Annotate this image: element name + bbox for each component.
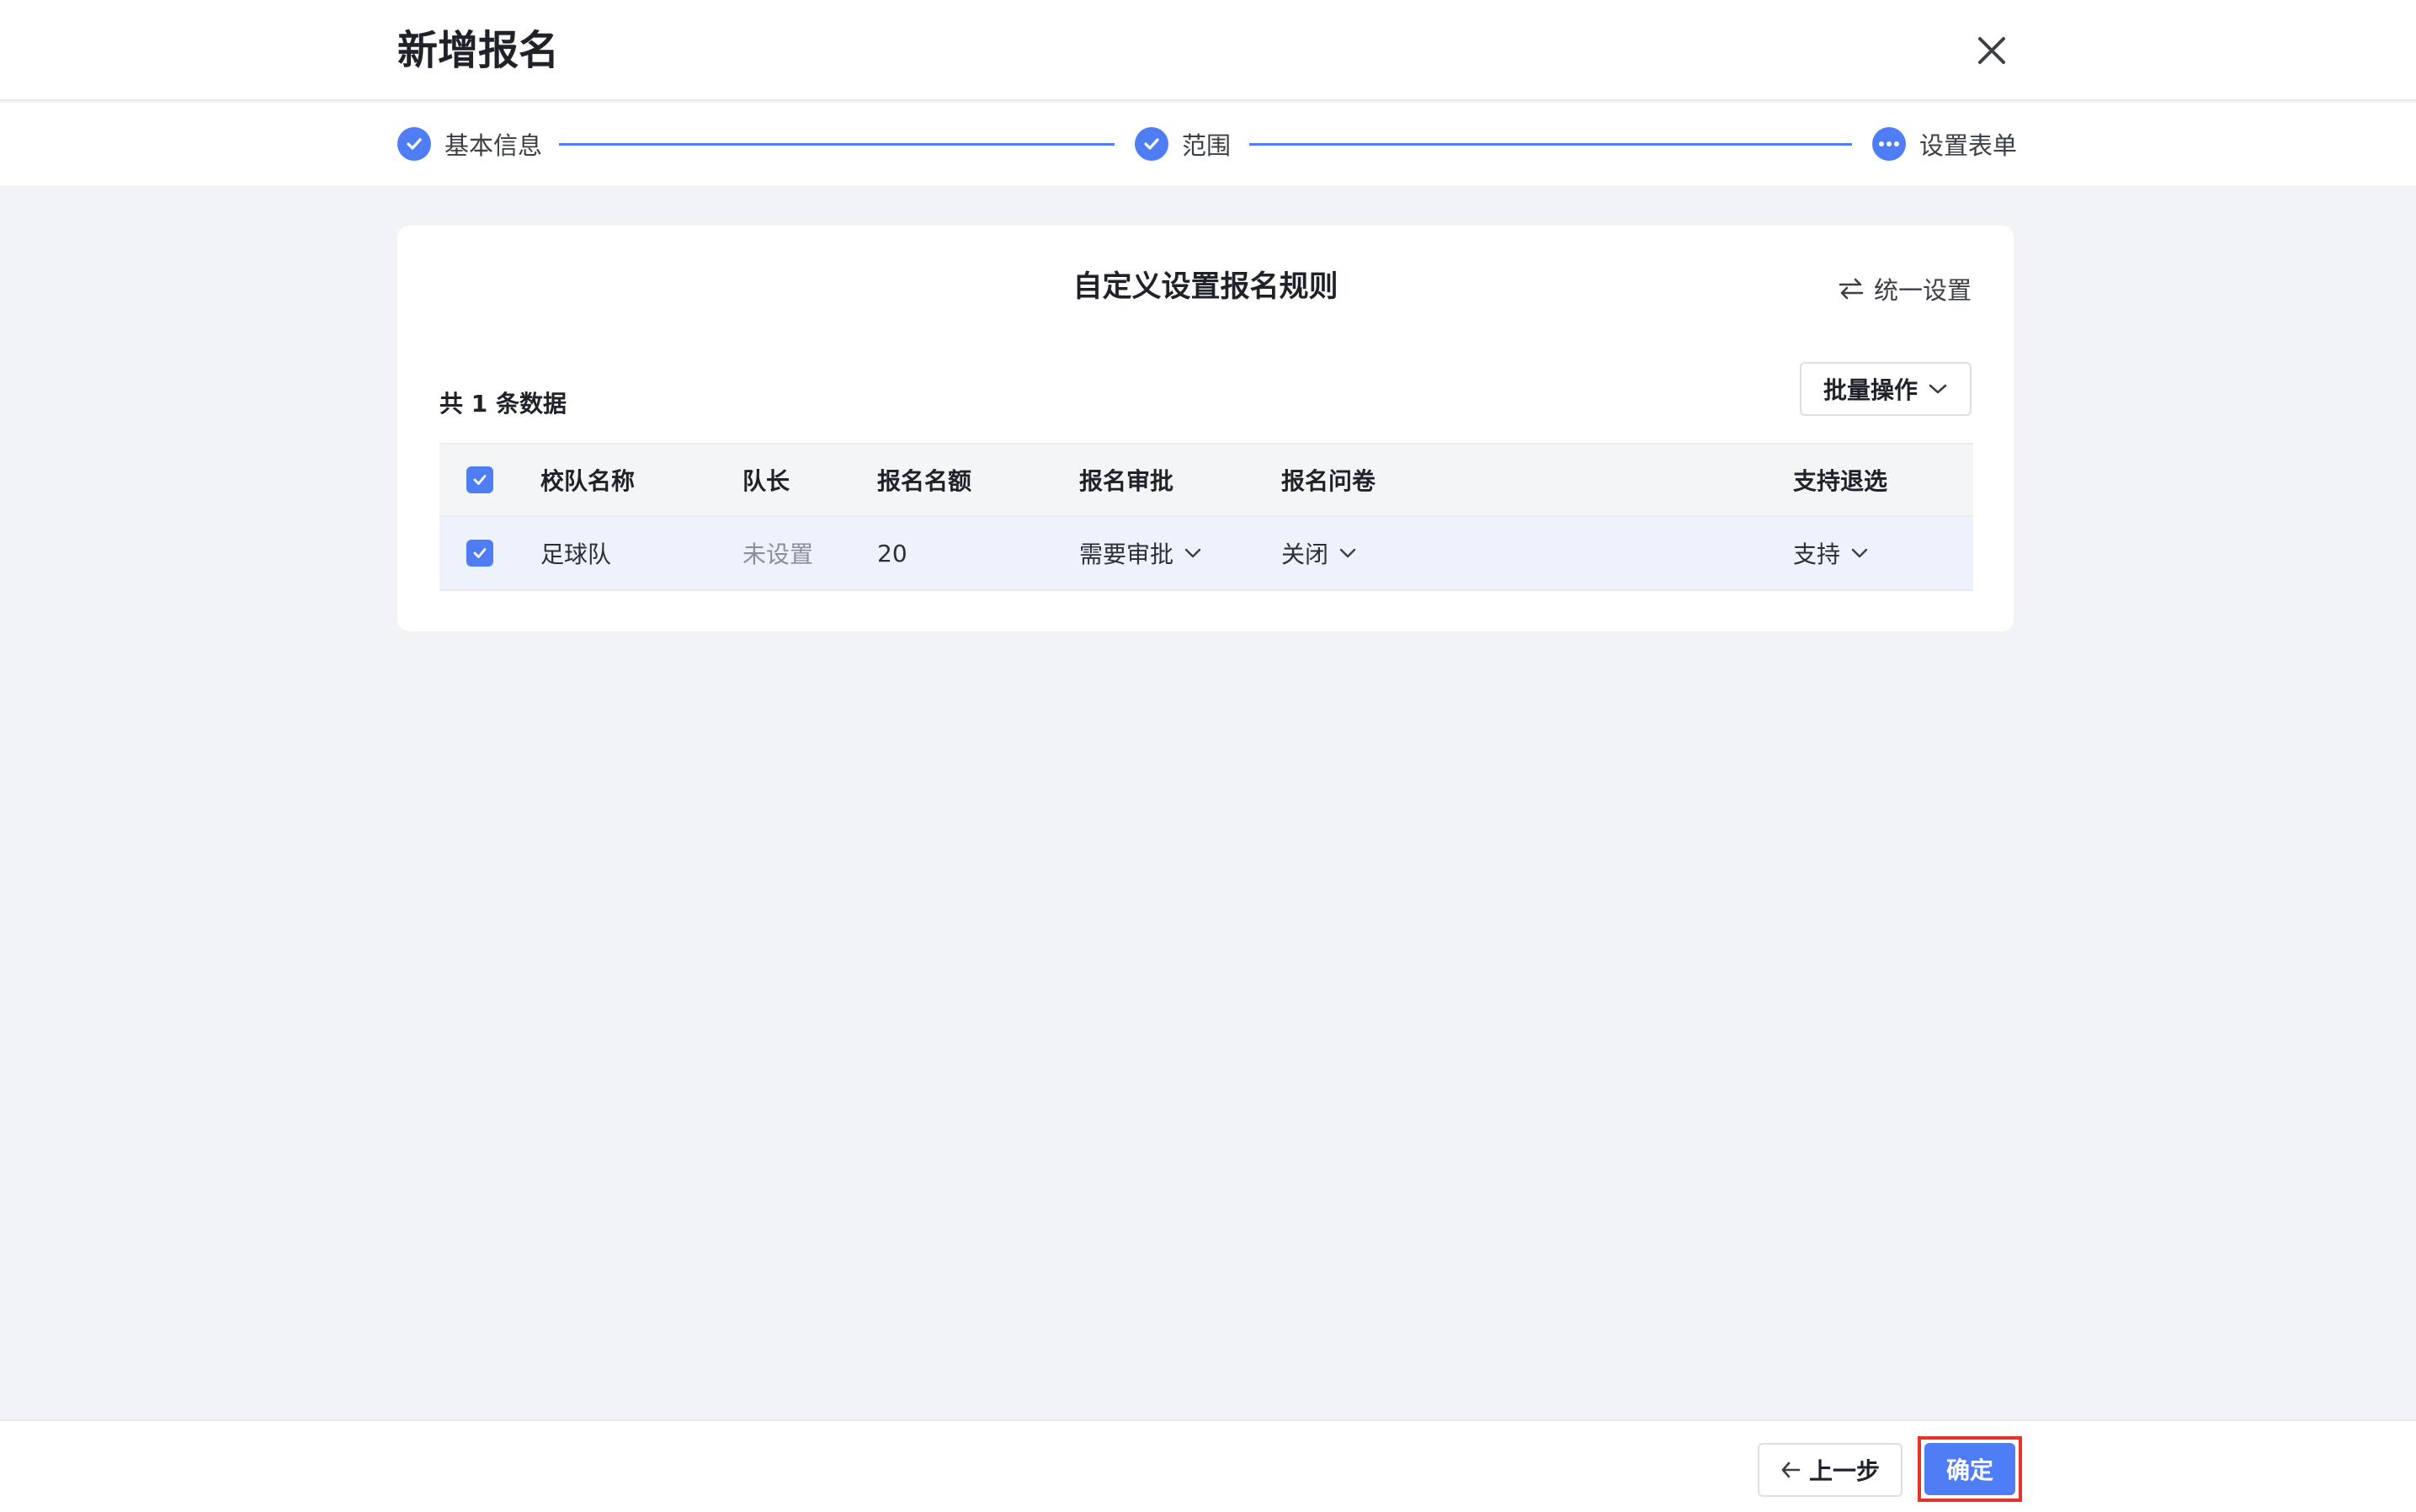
step-form-settings[interactable]: 设置表单 [1872, 125, 2017, 163]
chevron-down-icon [1184, 548, 1201, 558]
previous-step-label: 上一步 [1808, 1457, 1880, 1485]
modal-footer: 上一步 确定 [0, 1419, 2416, 1512]
approval-value: 需要审批 [1079, 540, 1174, 568]
chevron-down-icon [1851, 548, 1868, 558]
check-icon [473, 475, 487, 485]
more-dots-icon [1872, 127, 1906, 161]
page-title: 新增报名 [397, 27, 560, 74]
step-connector [559, 143, 1115, 146]
table-row[interactable]: 足球队 未设置 20 需要审批 关闭 支持 [439, 517, 1973, 591]
withdraw-value: 支持 [1793, 540, 1841, 568]
unify-label: 统一设置 [1873, 276, 1972, 305]
approval-select[interactable]: 需要审批 [1079, 517, 1202, 589]
column-header-captain: 队长 [742, 467, 790, 495]
check-icon [473, 548, 487, 558]
step-label: 设置表单 [1919, 131, 2018, 160]
record-count: 共 1 条数据 [439, 390, 567, 418]
questionnaire-select[interactable]: 关闭 [1281, 517, 1357, 589]
step-basic-info[interactable]: 基本信息 [397, 125, 542, 163]
step-label: 基本信息 [444, 131, 543, 160]
batch-actions-dropdown[interactable]: 批量操作 [1800, 362, 1972, 416]
column-header-quota: 报名名额 [877, 467, 972, 495]
table-header: 校队名称 队长 报名名额 报名审批 报名问卷 支持退选 [439, 443, 1973, 517]
steps-bar: 基本信息 范围 设置表单 [0, 103, 2416, 185]
withdraw-select[interactable]: 支持 [1793, 517, 1869, 589]
cell-quota: 20 [877, 539, 907, 567]
step-connector [1249, 143, 1852, 146]
previous-step-button[interactable]: 上一步 [1758, 1443, 1902, 1497]
chevron-down-icon [1929, 384, 1947, 394]
confirm-button[interactable]: 确定 [1924, 1443, 2015, 1495]
cell-team-name: 足球队 [540, 540, 612, 568]
check-circle-icon [1135, 127, 1168, 161]
step-label: 范围 [1182, 131, 1232, 160]
highlight-frame: 确定 [1918, 1436, 2022, 1502]
chevron-down-icon [1339, 548, 1356, 558]
column-header-approval: 报名审批 [1079, 467, 1174, 495]
swap-arrows-icon [1839, 278, 1864, 300]
column-header-team-name: 校队名称 [540, 467, 636, 495]
check-circle-icon [397, 127, 431, 161]
close-icon [1978, 37, 2005, 64]
questionnaire-value: 关闭 [1281, 540, 1329, 568]
modal-header: 新增报名 [0, 0, 2416, 101]
card-title: 自定义设置报名规则 [1072, 270, 1338, 304]
unify-settings-link[interactable]: 统一设置 [1839, 271, 1972, 306]
teams-table: 校队名称 队长 报名名额 报名审批 报名问卷 支持退选 足球队 未设置 20 需… [439, 443, 1973, 591]
column-header-withdraw: 支持退选 [1793, 467, 1888, 495]
select-all-checkbox-cell [466, 445, 493, 515]
cell-captain: 未设置 [742, 540, 814, 568]
step-scope[interactable]: 范围 [1135, 125, 1231, 163]
select-all-checkbox[interactable] [466, 466, 493, 493]
close-button[interactable] [1972, 30, 2012, 71]
column-header-questionnaire: 报名问卷 [1281, 467, 1376, 495]
batch-label: 批量操作 [1823, 376, 1918, 404]
arrow-left-icon [1781, 1461, 1801, 1478]
row-checkbox-cell [466, 517, 493, 589]
row-checkbox[interactable] [466, 540, 493, 567]
rules-card: 自定义设置报名规则 统一设置 共 1 条数据 批量操作 校队名称 队长 报名名额… [397, 226, 2014, 631]
